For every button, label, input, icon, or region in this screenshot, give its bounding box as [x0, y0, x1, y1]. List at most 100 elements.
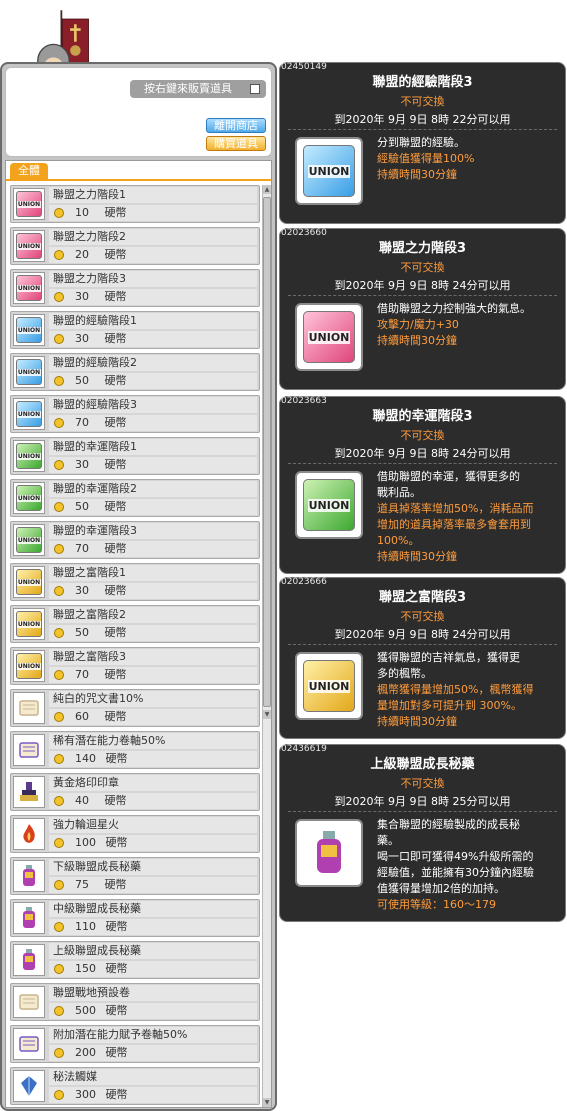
shop-item-row[interactable]: UNION 聯盟之力階段3 30 硬幣: [10, 269, 260, 307]
item-name: 聯盟之富階段2: [49, 607, 257, 623]
item-price-value: 150: [75, 962, 96, 975]
currency-label: 硬幣: [102, 1004, 128, 1017]
currency-label: 硬幣: [101, 290, 127, 303]
item-tooltip: 02450149 聯盟的經驗階段3 不可交換 到2020年 9月 9日 8時 22分可…: [279, 62, 566, 224]
item-icon-frame: UNION: [13, 398, 45, 430]
currency-label: 硬幣: [101, 374, 127, 387]
potential-scroll-icon: [16, 1031, 42, 1057]
union-label: UNION: [16, 368, 42, 376]
item-list-scrollbar[interactable]: ▲ ▼ ▼: [262, 185, 271, 1107]
shop-item-row[interactable]: UNION 聯盟的幸運階段1 30 硬幣: [10, 437, 260, 475]
union-label: UNION: [16, 242, 42, 250]
shop-item-row[interactable]: UNION 聯盟之富階段3 70 硬幣: [10, 647, 260, 685]
item-price: 110 硬幣: [49, 919, 257, 935]
shop-item-row[interactable]: UNION 聯盟的經驗階段1 30 硬幣: [10, 311, 260, 349]
shop-item-row[interactable]: 強力輪迴星火 100 硬幣: [10, 815, 260, 853]
shop-item-row[interactable]: 稀有潛在能力卷軸50% 140 硬幣: [10, 731, 260, 769]
tooltip-title: 聯盟之力階段3: [378, 241, 467, 256]
item-price: 140 硬幣: [49, 751, 257, 767]
union-green-icon: UNION: [16, 485, 42, 511]
tab-all[interactable]: 全體: [10, 163, 48, 179]
currency-label: 硬幣: [102, 962, 128, 975]
scroll-thumb[interactable]: [263, 197, 271, 707]
shop-item-row[interactable]: UNION 聯盟之力階段2 20 硬幣: [10, 227, 260, 265]
shop-item-row[interactable]: UNION 聯盟之富階段2 50 硬幣: [10, 605, 260, 643]
shop-item-row[interactable]: 附加潛在能力賦予卷軸50% 200 硬幣: [10, 1025, 260, 1063]
scroll-up-arrow-icon[interactable]: ▲: [263, 185, 271, 194]
shop-item-row[interactable]: UNION 聯盟的幸運階段3 70 硬幣: [10, 521, 260, 559]
item-price: 50 硬幣: [49, 625, 257, 641]
shop-item-row[interactable]: UNION 聯盟的經驗階段2 50 硬幣: [10, 353, 260, 391]
currency-label: 硬幣: [102, 1088, 128, 1101]
catalyst-icon: [16, 1073, 42, 1099]
union-label: UNION: [16, 326, 42, 334]
coin-icon: [54, 712, 64, 722]
tooltip-desc-line: 經驗值，並能擁有30分鐘內經驗: [377, 866, 534, 879]
item-name: 聯盟之力階段2: [49, 229, 257, 245]
shop-item-row[interactable]: 上級聯盟成長秘藥 150 硬幣: [10, 941, 260, 979]
potential-scroll-icon: [16, 737, 42, 763]
sell-hint-toggle[interactable]: 按右鍵來販賣道具: [130, 80, 266, 98]
leave-shop-button[interactable]: 離開商店: [206, 118, 266, 133]
currency-label: 硬幣: [101, 626, 127, 639]
item-price: 30 硬幣: [49, 289, 257, 305]
tooltip-divider: [288, 811, 557, 812]
union-label: UNION: [16, 494, 42, 502]
shop-item-row[interactable]: 中級聯盟成長秘藥 110 硬幣: [10, 899, 260, 937]
tooltip-description: 集合聯盟的經驗製成的成長秘 藥。 喝一口即可獲得49%升級所需的 經驗值，並能擁有30…: [377, 817, 561, 913]
shop-item-row[interactable]: 秘法觸媒 300 硬幣: [10, 1067, 260, 1105]
currency-label: 硬幣: [101, 416, 127, 429]
tooltip-desc-line: 經驗值獲得量100%: [377, 152, 475, 165]
coin-icon: [54, 964, 64, 974]
item-name: 聯盟的經驗階段3: [49, 397, 257, 413]
tooltip-expiry: 到2020年 9月 9日 8時 24分可以用: [334, 447, 511, 460]
union-label: UNION: [307, 498, 351, 512]
scroll-down-end-icon[interactable]: ▼: [263, 1098, 271, 1107]
sell-hint-checkbox[interactable]: [250, 84, 260, 94]
shop-item-row[interactable]: UNION 聯盟之力階段1 10 硬幣: [10, 185, 260, 223]
shop-item-row[interactable]: UNION 聯盟的幸運階段2 50 硬幣: [10, 479, 260, 517]
union-label: UNION: [16, 578, 42, 586]
tooltip-desc-line: 喝一口即可獲得49%升級所需的: [377, 850, 534, 863]
item-price-value: 50: [75, 500, 89, 513]
item-price-value: 30: [75, 584, 89, 597]
item-price: 60 硬幣: [49, 709, 257, 725]
item-list-panel: 全體 UNION 聯盟之力階段1 10 硬幣 UNION 聯盟之力階段2 20 硬幣 UNI…: [5, 160, 272, 1108]
shop-item-row[interactable]: UNION 聯盟的經驗階段3 70 硬幣: [10, 395, 260, 433]
item-icon-frame: [13, 818, 45, 850]
shop-window: 按右鍵來販賣道具 離開商店 購買道具 全體 UNION 聯盟之力階段1 10 硬幣 U…: [0, 62, 277, 1111]
buy-item-button[interactable]: 購買道具: [206, 136, 266, 151]
coin-icon: [54, 838, 64, 848]
shop-item-row[interactable]: 聯盟戰地預設卷 500 硬幣: [10, 983, 260, 1021]
union-label: UNION: [16, 200, 42, 208]
shop-item-row[interactable]: 黃金烙印印章 40 硬幣: [10, 773, 260, 811]
tooltip-desc-line: 藥。: [377, 834, 399, 847]
item-name: 聯盟之富階段1: [49, 565, 257, 581]
item-icon-frame: UNION: [13, 608, 45, 640]
shop-item-row[interactable]: 純白的咒文書10% 60 硬幣: [10, 689, 260, 727]
coin-icon: [54, 586, 64, 596]
item-icon-frame: UNION: [13, 650, 45, 682]
tooltip-description: 借助聯盟之力控制強大的氣息。 攻擊力/魔力+30 持續時間30分鐘: [377, 301, 561, 349]
coin-icon: [54, 544, 64, 554]
item-icon-frame: UNION: [13, 314, 45, 346]
item-price-value: 60: [75, 710, 89, 723]
item-price-value: 200: [75, 1046, 96, 1059]
tooltip-divider: [288, 295, 557, 296]
shop-item-row[interactable]: 下級聯盟成長秘藥 75 硬幣: [10, 857, 260, 895]
tooltip-desc-line: 多的楓幣。: [377, 667, 432, 680]
union-pink-icon: UNION: [303, 311, 355, 363]
item-price-value: 500: [75, 1004, 96, 1017]
union-label: UNION: [307, 679, 351, 693]
coin-icon: [54, 1090, 64, 1100]
item-tooltip: 02023666 聯盟之富階段3 不可交換 到2020年 9月 9日 8時 24分可以…: [279, 577, 566, 739]
scroll-down-arrow-icon[interactable]: ▼: [263, 710, 271, 719]
coin-icon: [54, 880, 64, 890]
union-pink-icon: UNION: [16, 275, 42, 301]
item-name: 強力輪迴星火: [49, 817, 257, 833]
coin-icon: [54, 922, 64, 932]
item-icon-frame: UNION: [13, 482, 45, 514]
union-pink-icon: UNION: [16, 233, 42, 259]
shop-item-row[interactable]: UNION 聯盟之富階段1 30 硬幣: [10, 563, 260, 601]
item-price-value: 30: [75, 458, 89, 471]
